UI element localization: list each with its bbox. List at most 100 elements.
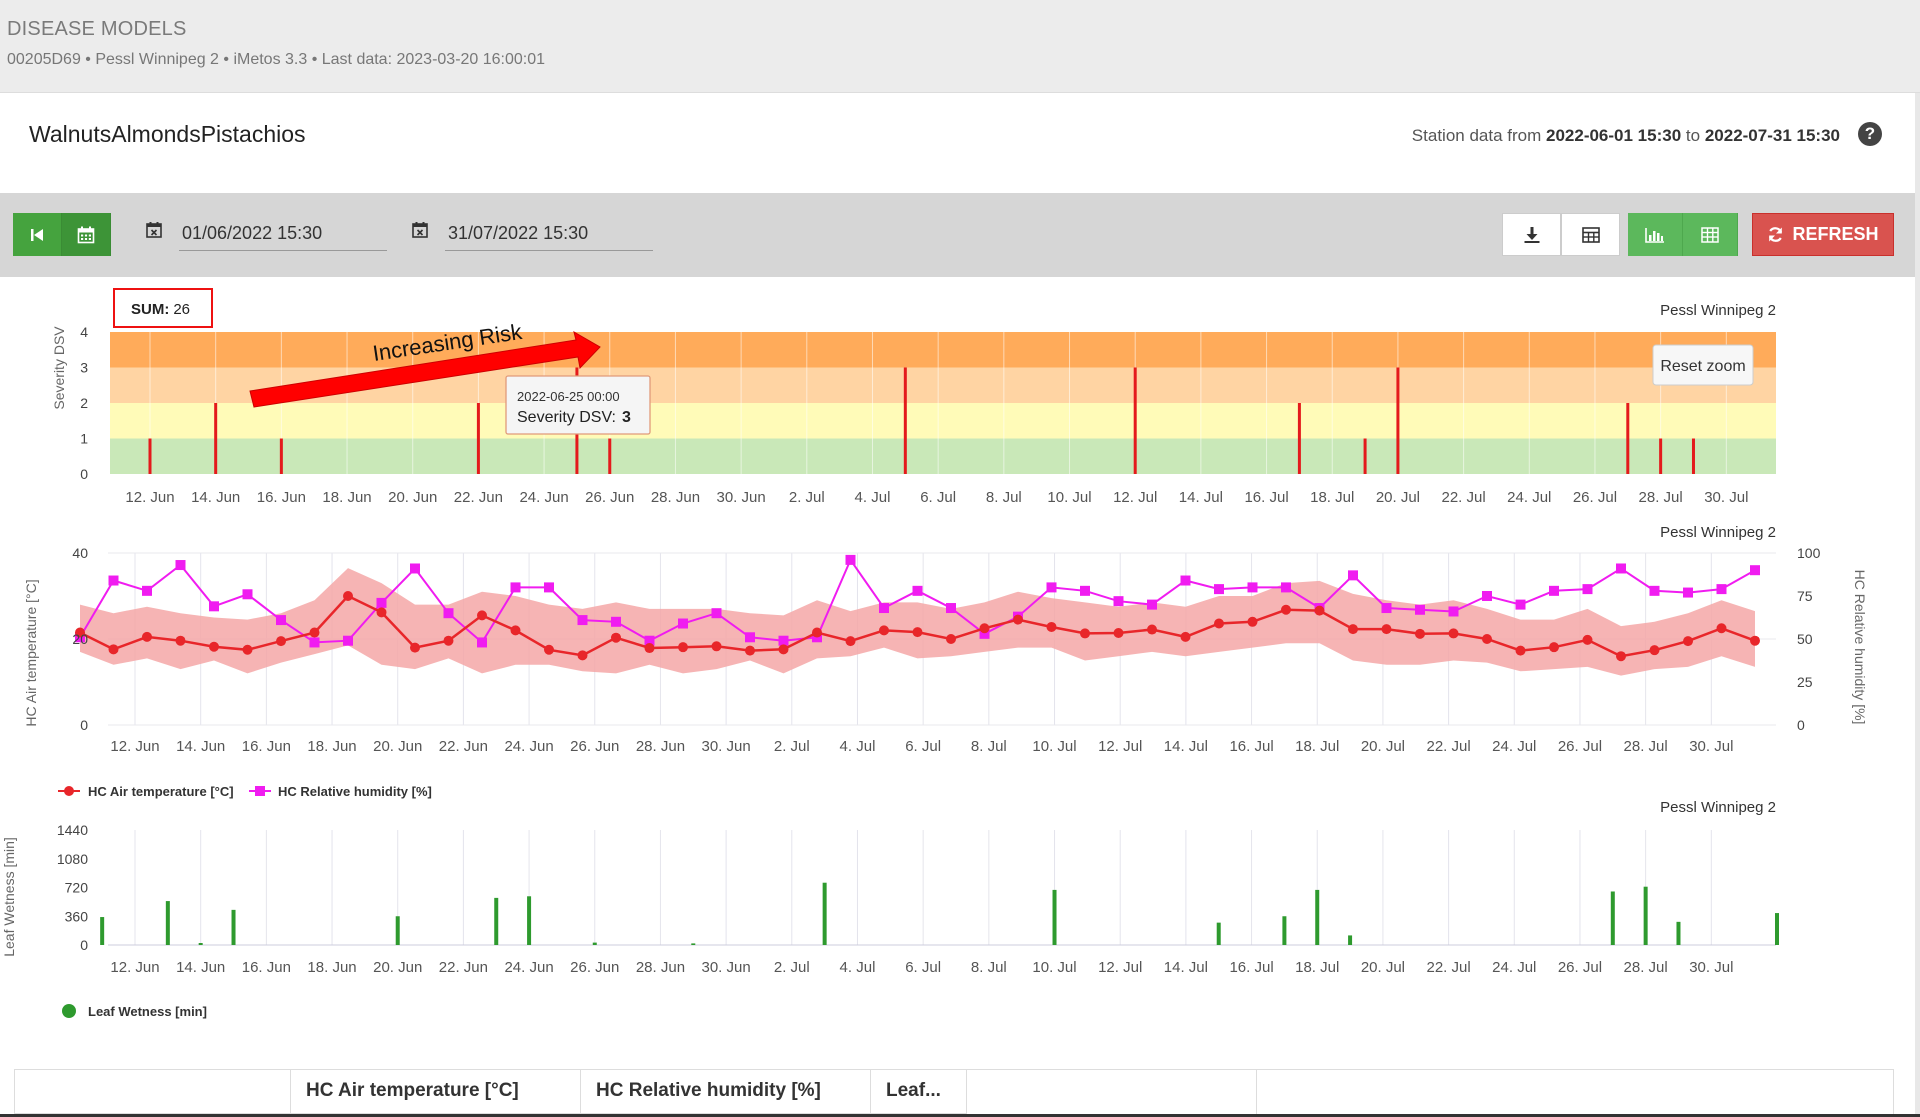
severity-x-tick: 18. Jul [1310, 489, 1354, 506]
severity-x-tick: 30. Jul [1704, 489, 1748, 506]
leaf-x-tick: 8. Jul [971, 959, 1007, 976]
temperature-point [175, 635, 186, 646]
temp-x-tick: 22. Jun [439, 738, 488, 755]
calendar-x-icon [146, 222, 162, 238]
calendar-button[interactable] [62, 213, 111, 256]
temperature-point [711, 641, 722, 652]
humidity-point [142, 585, 152, 596]
leaf-y-tick: 1440 [57, 822, 88, 838]
temperature-point [745, 645, 755, 656]
date-from-input[interactable] [179, 220, 387, 251]
severity-bar [1297, 403, 1301, 474]
legend-leaf-label[interactable]: Leaf Wetness [min] [88, 1004, 207, 1019]
leaf-x-tick: 16. Jun [242, 959, 291, 976]
temperature-point [510, 625, 521, 636]
temperature-point [778, 644, 789, 655]
humidity-point [108, 575, 119, 586]
humidity-point [1683, 587, 1693, 598]
app-title: DISEASE MODELS [7, 18, 187, 40]
model-title: WalnutsAlmondsPistachios [29, 121, 306, 147]
leaf-station-label: Pessl Winnipeg 2 [1660, 799, 1776, 816]
temperature-point [1683, 636, 1693, 647]
charts-svg: 0 1 2 3 4 12. Jun 14. Jun 16. Jun 18. Jun 20. Ju… [1, 288, 1868, 1019]
station-range-prefix: Station data from [1411, 126, 1542, 145]
temp-x-tick: 14. Jul [1164, 738, 1208, 755]
model-title-bar: WalnutsAlmondsPistachios Station data fr… [0, 93, 1920, 193]
temperature-point [1348, 624, 1358, 635]
legend-rh-label[interactable]: HC Relative humidity [%] [278, 784, 432, 799]
download-icon [1524, 226, 1539, 243]
severity-x-tick: 12. Jun [125, 489, 174, 506]
temperature-point [577, 650, 588, 661]
table-view-button[interactable] [1561, 213, 1620, 256]
date-to-input[interactable] [445, 220, 653, 251]
temperature-point [1046, 621, 1057, 632]
severity-x-tick: 16. Jun [257, 489, 306, 506]
humidity-point [443, 608, 454, 619]
leaf-x-tick: 12. Jun [110, 959, 159, 976]
leaf-wetness-bar [691, 943, 696, 945]
calendar-icon [77, 226, 95, 243]
grid-view-button[interactable] [1683, 213, 1738, 256]
refresh-button[interactable]: REFRESH [1752, 213, 1894, 256]
temp-y-tick: 40 [72, 545, 88, 561]
temperature-point [1314, 605, 1325, 616]
temp-x-tick: 20. Jun [373, 738, 422, 755]
temp-station-label: Pessl Winnipeg 2 [1660, 524, 1776, 541]
leaf-x-tick: 30. Jun [702, 959, 751, 976]
chart-view-button[interactable] [1628, 213, 1683, 256]
severity-bar [1396, 367, 1400, 474]
risk-zone-very-high [110, 332, 1776, 368]
sum-value: 26 [173, 301, 190, 318]
severity-y-tick: 1 [80, 431, 88, 447]
leaf-y-tick: 0 [80, 937, 88, 953]
severity-y-tick: 4 [80, 324, 88, 340]
severity-bar [903, 367, 907, 474]
leaf-x-axis: 12. Jun 14. Jun 16. Jun 18. Jun 20. Jun 22. J… [110, 959, 1733, 976]
humidity-point [1649, 585, 1660, 596]
severity-x-tick: 26. Jul [1573, 489, 1617, 506]
leaf-x-tick: 28. Jun [636, 959, 685, 976]
help-icon[interactable]: ? [1858, 122, 1882, 146]
severity-y-label: Severity DSV [51, 326, 67, 410]
table-header-temperature[interactable]: HC Air temperature [°C] [291, 1070, 581, 1114]
temp-x-tick: 10. Jul [1032, 738, 1076, 755]
severity-bar [279, 438, 283, 474]
leaf-x-tick: 30. Jul [1689, 959, 1733, 976]
humidity-point [1549, 585, 1559, 596]
leaf-y-label: Leaf Wetness [min] [1, 837, 17, 957]
download-button[interactable] [1502, 213, 1561, 256]
table-header-blank [967, 1070, 1257, 1114]
temperature-point [544, 644, 554, 655]
leaf-y-tick: 1080 [57, 851, 88, 867]
humidity-point [1616, 563, 1626, 574]
leaf-x-tick: 16. Jul [1229, 959, 1273, 976]
temp-x-tick: 30. Jun [702, 738, 751, 755]
toolbar: REFRESH [0, 193, 1920, 277]
table-header-humidity[interactable]: HC Relative humidity [%] [581, 1070, 871, 1114]
temp-y-tick: 0 [80, 717, 88, 733]
legend-temp-label[interactable]: HC Air temperature [°C] [88, 784, 234, 799]
table-header-leaf[interactable]: Leaf... [871, 1070, 967, 1114]
table-header-empty [15, 1070, 291, 1114]
humidity-point [1247, 582, 1258, 593]
temp-legend: HC Air temperature [°C] HC Relative humi… [58, 784, 432, 799]
temperature-point [443, 635, 454, 646]
risk-zone-low [110, 438, 1776, 474]
humidity-point [242, 589, 253, 600]
temperature-point [1013, 614, 1023, 625]
temp-x-tick: 30. Jul [1689, 738, 1733, 755]
temp-x-tick: 28. Jun [636, 738, 685, 755]
temperature-point [209, 641, 219, 652]
leaf-wetness-bar [1216, 922, 1221, 945]
leaf-x-tick: 12. Jul [1098, 959, 1142, 976]
refresh-icon [1769, 227, 1783, 242]
temp-x-tick: 18. Jul [1295, 738, 1339, 755]
temp-x-tick: 28. Jul [1624, 738, 1668, 755]
temperature-point [1482, 634, 1492, 644]
humidity-point [410, 563, 420, 574]
temperature-point [142, 631, 152, 642]
skip-back-button[interactable] [13, 213, 62, 256]
temperature-point [1080, 628, 1090, 639]
humidity-point [678, 618, 688, 629]
